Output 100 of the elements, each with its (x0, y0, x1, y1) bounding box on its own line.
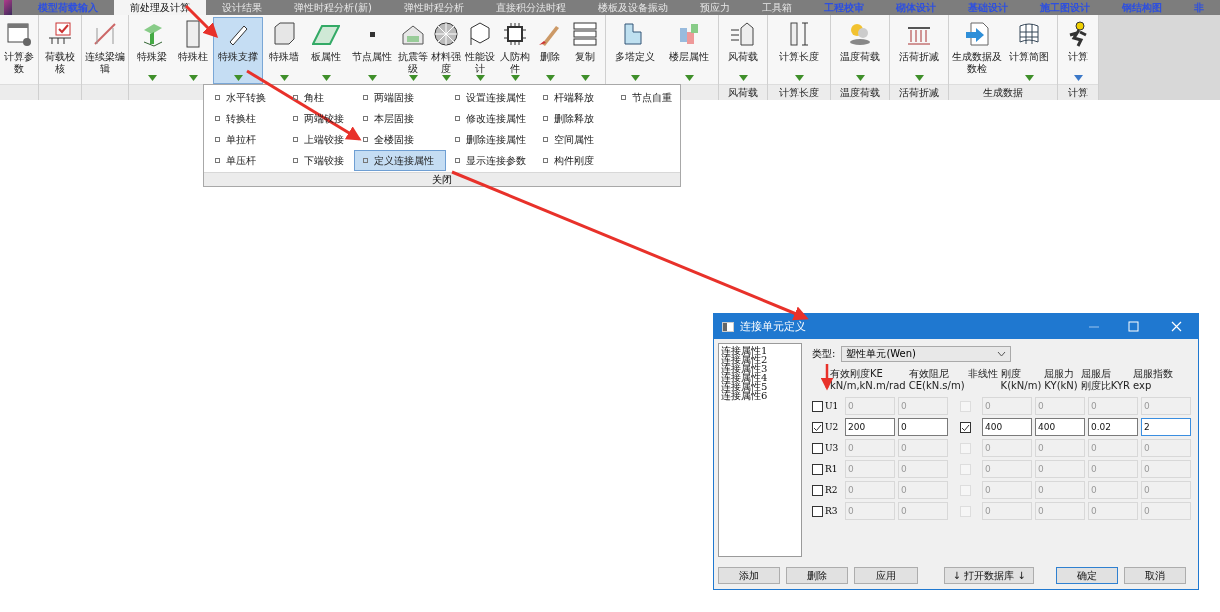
bullet-icon (215, 137, 220, 142)
menu-item[interactable]: 构件刚度 (534, 150, 612, 171)
list-item[interactable]: 连接属性3 (721, 364, 799, 373)
menu-item[interactable]: 单拉杆 (206, 129, 284, 150)
ribbon-button[interactable]: 特殊墙 (263, 17, 305, 84)
menu-item[interactable]: 空间属性 (534, 129, 612, 150)
value-field[interactable]: 0 (898, 418, 948, 436)
value-field[interactable]: 400 (982, 418, 1032, 436)
ribbon-button[interactable]: 复制 (567, 17, 603, 84)
dialog-button[interactable]: 添加 (718, 567, 780, 584)
ribbon-button[interactable]: 计算简图 (1003, 17, 1055, 84)
menu-item[interactable]: 两端固接 (354, 87, 446, 108)
menu-item[interactable]: 上端铰接 (284, 129, 354, 150)
close-icon[interactable] (1171, 321, 1182, 332)
bullet-icon (293, 158, 298, 163)
menu-item[interactable]: 下端铰接 (284, 150, 354, 171)
ribbon-tab[interactable]: 直接积分法时程 (480, 0, 582, 15)
menu-item[interactable]: 杆端释放 (534, 87, 612, 108)
column-header: 有效阻尼 CE(kN.s/m) (908, 368, 965, 393)
ribbon-button[interactable]: 温度荷载 (833, 17, 887, 84)
type-label: 类型: (812, 347, 836, 361)
menu-item[interactable]: 本层固接 (354, 108, 446, 129)
ribbon-button[interactable]: 计算 (1060, 17, 1096, 84)
ribbon-button[interactable]: 特殊柱 (173, 17, 213, 84)
ribbon-button[interactable]: 抗震等级 (397, 17, 429, 84)
bullet-icon (293, 137, 298, 142)
dialog-button[interactable]: ↓ 打开数据库 ↓ (944, 567, 1034, 584)
dof-label: U1 (825, 401, 839, 411)
dialog-button[interactable]: 确定 (1056, 567, 1118, 584)
ribbon-button[interactable]: 节点属性 (347, 17, 397, 84)
menu-item[interactable]: 显示连接参数 (446, 150, 534, 171)
menu-item[interactable]: 角柱 (284, 87, 354, 108)
ribbon-tab[interactable]: 预应力 (684, 0, 746, 15)
app-logo-icon[interactable] (4, 0, 13, 15)
maximize-icon[interactable] (1128, 321, 1139, 332)
ribbon-button[interactable]: 删除 (533, 17, 567, 84)
menu-item[interactable]: 节点自重 (612, 87, 674, 108)
chip-icon (501, 20, 529, 48)
menu-item[interactable]: 转换柱 (206, 108, 284, 129)
ribbon-button[interactable]: 性能设计 (463, 17, 497, 84)
stack-icon (571, 20, 599, 48)
value-field[interactable]: 0.02 (1088, 418, 1138, 436)
checkbox[interactable] (812, 505, 823, 517)
ribbon-button[interactable]: 计算长度 (770, 17, 828, 84)
menu-item[interactable]: 删除连接属性 (446, 129, 534, 150)
close-menu-button[interactable]: 关闭 (204, 172, 680, 186)
ribbon-button[interactable]: 板属性 (305, 17, 347, 84)
bullet-icon (543, 137, 548, 142)
list-item[interactable]: 连接属性1 (721, 346, 799, 355)
ribbon-tab[interactable]: 弹性时程分析 (388, 0, 480, 15)
ribbon-button[interactable]: 多塔定义 (608, 17, 662, 84)
ribbon-button[interactable]: 人防构件 (497, 17, 533, 84)
bullet-icon (215, 116, 220, 121)
menu-item[interactable]: 删除释放 (534, 108, 612, 129)
list-item[interactable]: 连接属性4 (721, 373, 799, 382)
menu-item[interactable]: 水平转换 (206, 87, 284, 108)
value-field[interactable]: 400 (1035, 418, 1085, 436)
checker-sphere-icon (432, 20, 460, 48)
value-field[interactable]: 200 (845, 418, 895, 436)
ribbon-button[interactable]: 材料强度 (429, 17, 463, 84)
checkbox[interactable] (812, 484, 823, 496)
dialog-button[interactable]: 应用 (854, 567, 918, 584)
ribbon-tab[interactable]: 设计结果 (206, 0, 279, 15)
checkbox[interactable] (812, 463, 823, 475)
list-item[interactable]: 连接属性5 (721, 382, 799, 391)
ribbon-button[interactable]: 楼层属性 (662, 17, 716, 84)
menu-item[interactable]: 全楼固接 (354, 129, 446, 150)
ribbon-button[interactable]: 特殊梁 (131, 17, 173, 84)
value-field[interactable]: 2 (1141, 418, 1191, 436)
menu-item[interactable]: 定义连接属性 (354, 150, 446, 171)
ribbon-tab[interactable]: 工具箱 (746, 0, 808, 15)
window-icon (722, 321, 734, 332)
dialog-button[interactable]: 取消 (1124, 567, 1186, 584)
column-header: 刚度 K(kN/m) (1000, 368, 1042, 393)
ribbon-button[interactable]: 生成数据及数检 (951, 17, 1003, 84)
ribbon-tab[interactable]: 楼板及设备振动 (582, 0, 684, 15)
list-item[interactable]: 连接属性2 (721, 355, 799, 364)
type-select[interactable]: 塑性单元(Wen) (841, 346, 1012, 362)
ribbon-button[interactable]: 特殊支撑 (213, 17, 263, 84)
wind-building-icon (729, 20, 757, 48)
column-header: 屈服力 KY(kN) (1044, 368, 1078, 393)
ribbon-button[interactable]: 活荷折减 (892, 17, 946, 84)
checkbox[interactable] (812, 442, 823, 454)
checkbox[interactable] (812, 400, 823, 412)
list-item[interactable]: 连接属性6 (721, 391, 799, 400)
menu-item[interactable]: 修改连接属性 (446, 108, 534, 129)
column-header: 非线性 (967, 368, 998, 381)
group-label: 风荷载 (719, 84, 767, 100)
bullet-icon (455, 137, 460, 142)
ribbon-button[interactable]: 风荷载 (721, 17, 765, 84)
nonlinear-checkbox[interactable] (959, 421, 971, 433)
checkbox[interactable] (812, 421, 823, 433)
bullet-icon (293, 95, 298, 100)
bullet-icon (363, 95, 368, 100)
menu-item[interactable]: 设置连接属性 (446, 87, 534, 108)
ribbon-tab[interactable]: 弹性时程分析(新) (278, 0, 388, 15)
menu-item[interactable]: 单压杆 (206, 150, 284, 171)
bullet-icon (455, 95, 460, 100)
column-header: 有效刚度KE kN/m,kN.m/rad (830, 368, 906, 393)
dialog-button[interactable]: 删除 (786, 567, 848, 584)
